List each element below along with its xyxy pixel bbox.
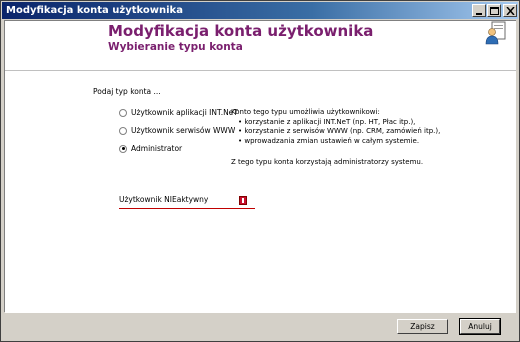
wizard-header: Modyfikacja konta użytkownika Wybieranie… xyxy=(5,21,516,71)
inactive-underline xyxy=(119,208,255,209)
close-icon xyxy=(506,7,515,15)
dialog-window: Modyfikacja konta użytkownika Modyfikacj… xyxy=(0,0,520,342)
description-item: wprowadzania zmian ustawień w całym syst… xyxy=(238,137,491,147)
maximize-button[interactable] xyxy=(487,4,501,17)
description-intro: Konto tego typu umożliwia użytkownikowi: xyxy=(231,108,380,116)
description-footer: Z tego typu konta korzystają administrat… xyxy=(231,158,424,166)
radio-button-checked-icon[interactable] xyxy=(119,144,127,153)
cancel-button[interactable]: Anuluj xyxy=(459,318,501,335)
save-button[interactable]: Zapisz xyxy=(397,319,448,334)
dialog-client-area: Modyfikacja konta użytkownika Wybieranie… xyxy=(4,20,516,313)
close-button[interactable] xyxy=(503,4,517,17)
account-description: Konto tego typu umożliwia użytkownikowi:… xyxy=(231,108,491,168)
maximize-icon xyxy=(490,7,499,15)
radio-label: Użytkownik serwisów WWW xyxy=(131,126,236,135)
inactive-user-toggle[interactable]: Użytkownik NIEaktywny xyxy=(119,195,255,209)
page-subtitle: Wybieranie typu konta xyxy=(108,41,243,53)
description-item: korzystanie z aplikacji INT.NeT (np. HT,… xyxy=(238,118,491,128)
inactive-flag-icon[interactable] xyxy=(239,196,247,205)
radio-administrator[interactable]: Administrator xyxy=(119,144,182,153)
inactive-user-label: Użytkownik NIEaktywny xyxy=(119,195,209,204)
window-title: Modyfikacja konta użytkownika xyxy=(6,5,183,16)
radio-label: Administrator xyxy=(131,144,183,153)
account-type-label: Podaj typ konta ... xyxy=(93,87,161,96)
page-title: Modyfikacja konta użytkownika xyxy=(108,22,374,40)
user-account-icon xyxy=(485,21,506,45)
radio-button-icon[interactable] xyxy=(119,108,127,117)
minimize-button[interactable] xyxy=(472,4,486,17)
radio-label: Użytkownik aplikacji INT.NeT xyxy=(131,108,238,117)
wizard-body: Podaj typ konta ... Użytkownik aplikacji… xyxy=(5,72,516,313)
title-bar[interactable]: Modyfikacja konta użytkownika xyxy=(2,2,518,19)
radio-www-user[interactable]: Użytkownik serwisów WWW xyxy=(119,126,235,135)
minimize-icon xyxy=(476,13,482,15)
description-list: korzystanie z aplikacji INT.NeT (np. HT,… xyxy=(238,118,491,147)
radio-intnet-user[interactable]: Użytkownik aplikacji INT.NeT xyxy=(119,108,238,117)
radio-button-icon[interactable] xyxy=(119,126,127,135)
description-item: korzystanie z serwisów WWW (np. CRM, zam… xyxy=(238,127,491,137)
